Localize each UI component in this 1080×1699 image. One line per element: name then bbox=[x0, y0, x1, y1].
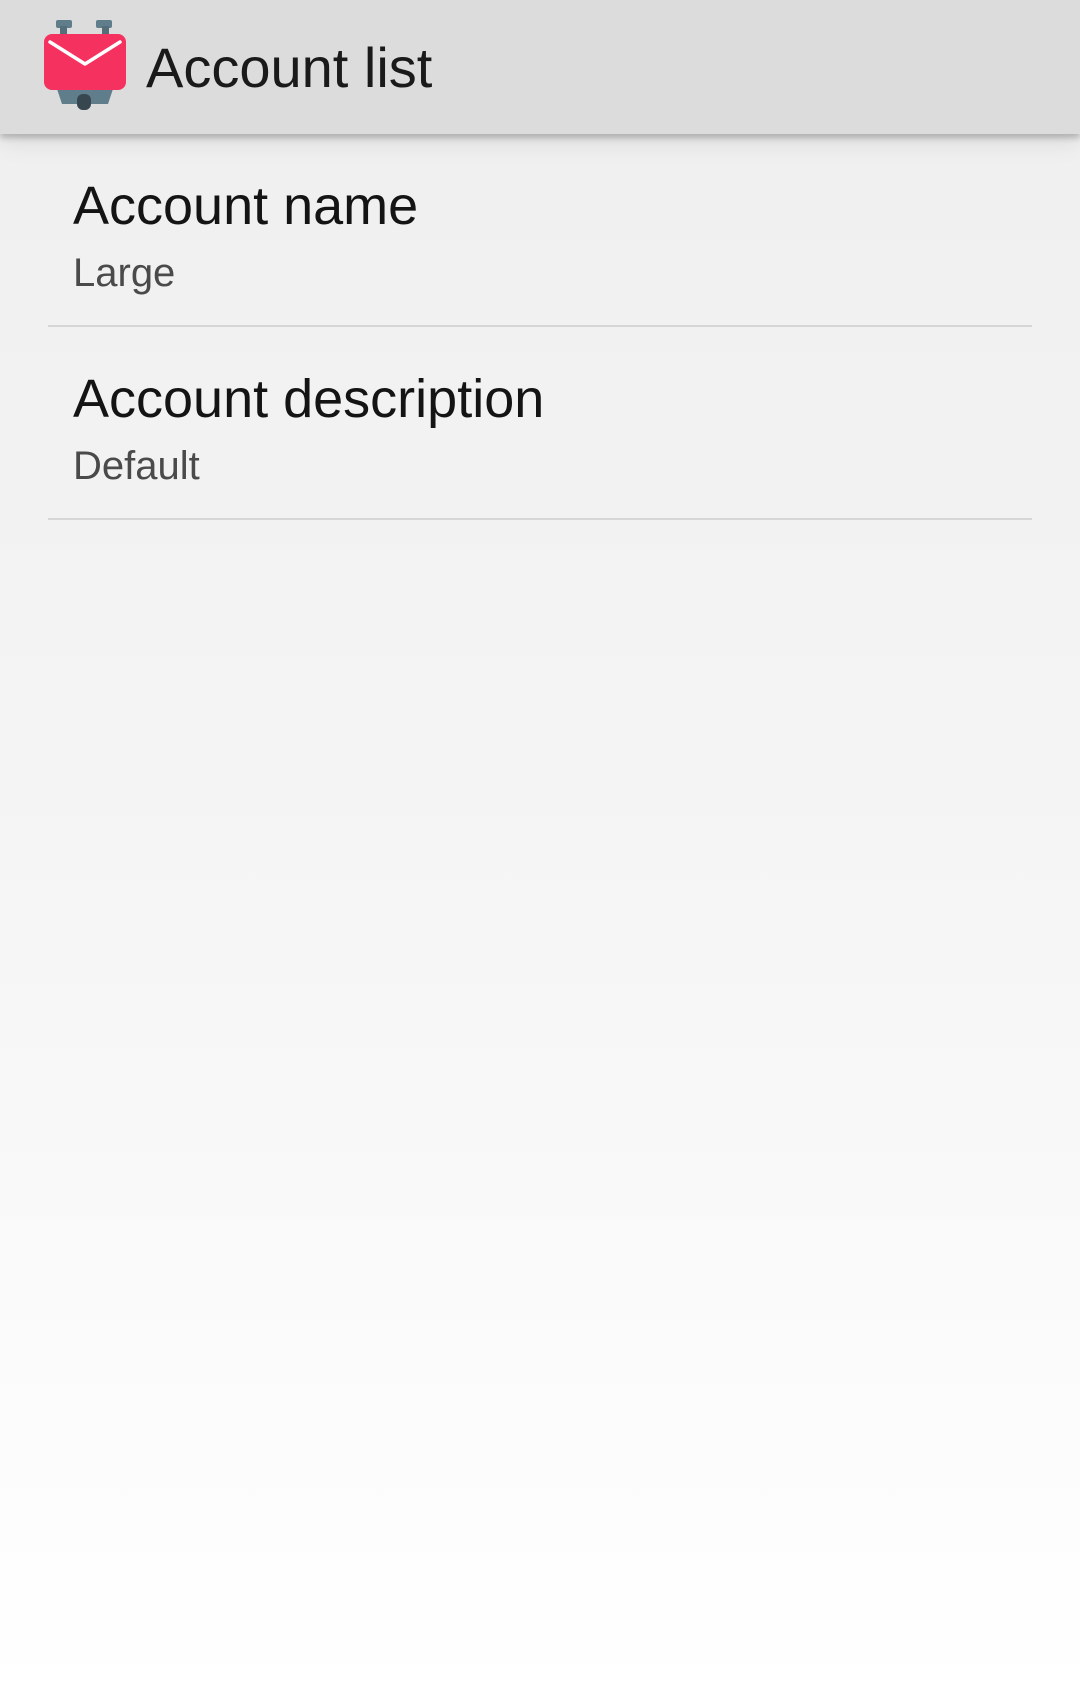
k9-mail-envelope-icon[interactable] bbox=[44, 20, 126, 112]
pref-account-name[interactable]: Account name Large bbox=[0, 134, 1080, 327]
preference-list: Account name Large Account description D… bbox=[0, 134, 1080, 520]
pref-title: Account name bbox=[73, 176, 419, 236]
pref-summary: Large bbox=[73, 251, 176, 295]
toolbar-title: Account list bbox=[146, 36, 433, 99]
pref-summary: Default bbox=[73, 444, 200, 488]
list-divider bbox=[48, 518, 1032, 520]
pref-title: Account description bbox=[73, 369, 545, 429]
app-toolbar: Account list bbox=[0, 0, 1080, 134]
pref-account-description[interactable]: Account description Default bbox=[0, 327, 1080, 520]
